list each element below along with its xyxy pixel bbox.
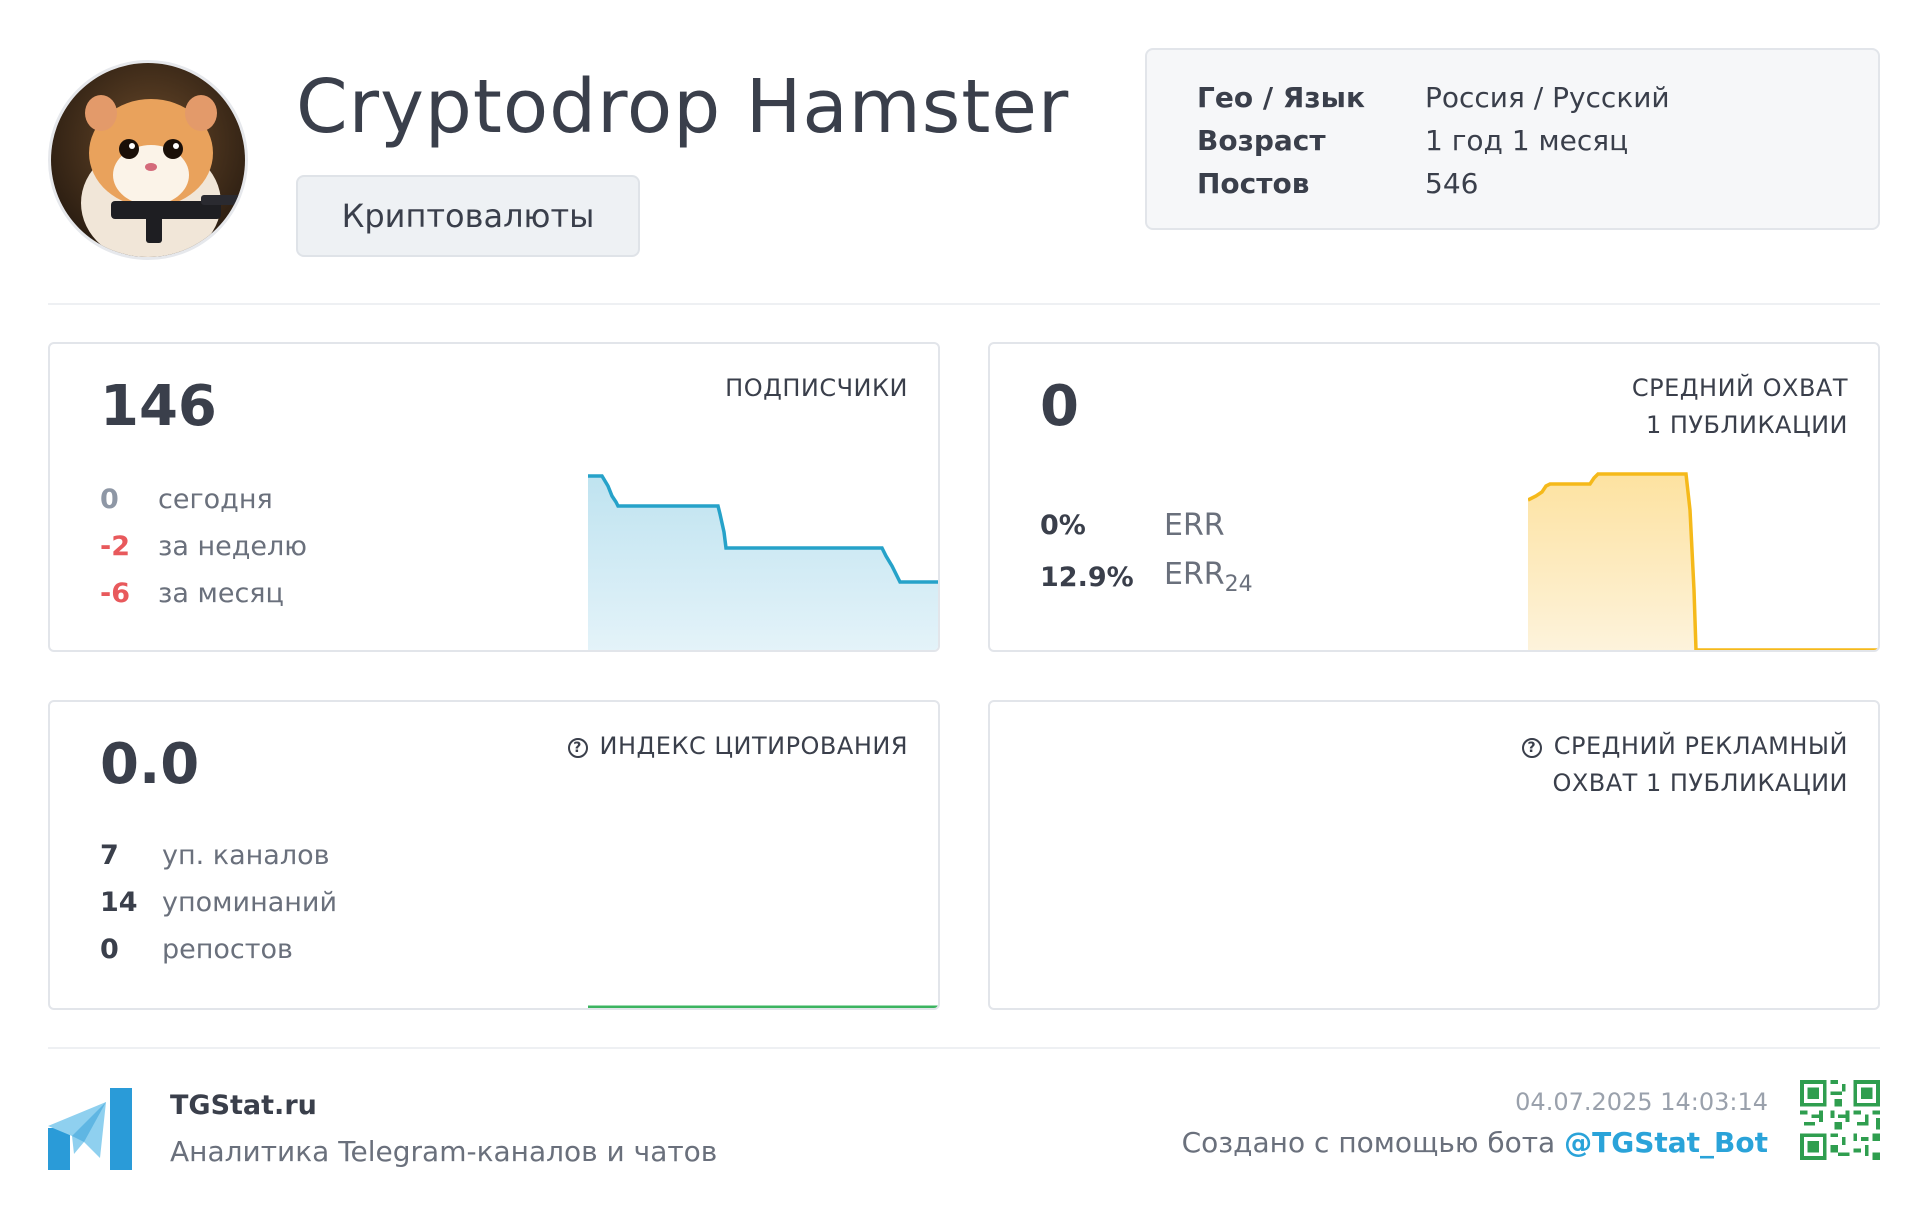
reach-value: 0: [1040, 374, 1079, 439]
info-row-geo: Гео / Язык Россия / Русский: [1197, 76, 1878, 119]
ad-reach-label-line1: ? СРЕДНИЙ РЕКЛАМНЫЙ: [1521, 728, 1848, 765]
stat-text: сегодня: [158, 484, 273, 515]
footer-subtitle: Аналитика Telegram-каналов и чатов: [170, 1135, 718, 1168]
err24-label-sub: 24: [1224, 572, 1253, 597]
citation-card[interactable]: 0.0 ? ИНДЕКС ЦИТИРОВАНИЯ 7 уп. каналов 14…: [48, 700, 940, 1010]
info-value: Россия / Русский: [1425, 81, 1670, 114]
footer-made-with-text: Создано с помощью бота: [1181, 1126, 1556, 1159]
citation-label: ? ИНДЕКС ЦИТИРОВАНИЯ: [567, 728, 908, 765]
info-key: Возраст: [1197, 124, 1326, 157]
citation-label-text: ИНДЕКС ЦИТИРОВАНИЯ: [599, 732, 908, 760]
hamster-avatar-icon: [48, 60, 248, 260]
stat-row-channels: 7 уп. каналов: [100, 832, 337, 879]
reach-card[interactable]: 0 СРЕДНИЙ ОХВАТ 1 ПУБЛИКАЦИИ 0% ERR 12.9…: [988, 342, 1880, 652]
reach-label-line1: СРЕДНИЙ ОХВАТ: [1631, 374, 1848, 402]
reach-label-line2: 1 ПУБЛИКАЦИИ: [1645, 411, 1848, 439]
citation-stats: 7 уп. каналов 14 упоминаний 0 репостов: [100, 832, 337, 973]
header-divider: [48, 303, 1880, 305]
subscribers-stats: 0 сегодня -2 за неделю -6 за месяц: [100, 476, 307, 617]
err24-value: 12.9%: [1040, 561, 1134, 593]
tgstat-logo-icon[interactable]: [48, 1088, 132, 1170]
stat-row-today: 0 сегодня: [100, 476, 307, 523]
ad-reach-label-line2: ОХВАТ 1 ПУБЛИКАЦИИ: [1552, 769, 1848, 797]
stat-row-week: -2 за неделю: [100, 523, 307, 570]
stat-text: упоминаний: [162, 887, 338, 918]
info-row-age: Возраст 1 год 1 месяц: [1197, 119, 1878, 162]
citation-index: 0.0: [100, 732, 200, 797]
ad-reach-card[interactable]: ? СРЕДНИЙ РЕКЛАМНЫЙ ОХВАТ 1 ПУБЛИКАЦИИ: [988, 700, 1880, 1010]
stat-number: 0: [100, 484, 119, 515]
stat-number: -2: [100, 531, 130, 562]
info-key: Гео / Язык: [1197, 81, 1365, 114]
reach-label: СРЕДНИЙ ОХВАТ 1 ПУБЛИКАЦИИ: [1632, 370, 1848, 444]
question-circle-icon[interactable]: ?: [1521, 738, 1542, 758]
err24-label-text: ERR: [1164, 557, 1225, 592]
err24-label: ERR24: [1164, 557, 1253, 597]
stat-number: 14: [100, 887, 138, 918]
err24-row: 12.9% ERR24: [1040, 551, 1253, 603]
channel-report: Cryptodrop Hamster Криптовалюты Гео / Яз…: [0, 0, 1928, 1210]
footer-made-with: Создано с помощью бота @TGStat_Bot: [1182, 1126, 1768, 1159]
stat-row-month: -6 за месяц: [100, 570, 307, 617]
citation-sparkline: [588, 1005, 938, 1008]
info-value: 1 год 1 месяц: [1425, 124, 1629, 157]
footer-timestamp: 04.07.2025 14:03:14: [1515, 1088, 1768, 1116]
footer-bot-link[interactable]: @TGStat_Bot: [1564, 1126, 1768, 1159]
err-row: 0% ERR: [1040, 499, 1253, 551]
qr-code-icon: [1800, 1080, 1880, 1160]
subscribers-sparkline: [588, 474, 938, 650]
stat-text: уп. каналов: [162, 840, 330, 871]
footer-brand[interactable]: TGStat.ru: [170, 1090, 317, 1121]
stat-text: за месяц: [158, 578, 284, 609]
subscribers-card[interactable]: 146 ПОДПИСЧИКИ 0 сегодня -2 за неделю -6…: [48, 342, 940, 652]
info-value: 546: [1425, 167, 1479, 200]
subscribers-label: ПОДПИСЧИКИ: [725, 374, 908, 402]
reach-sparkline: [1528, 472, 1878, 650]
info-key: Постов: [1197, 167, 1310, 200]
subscribers-count: 146: [100, 374, 217, 439]
ad-reach-label-text1: СРЕДНИЙ РЕКЛАМНЫЙ: [1553, 732, 1848, 760]
err-label: ERR: [1164, 507, 1225, 543]
category-badge[interactable]: Криптовалюты: [296, 175, 640, 257]
stat-row-reposts: 0 репостов: [100, 926, 337, 973]
channel-title: Cryptodrop Hamster: [296, 64, 1070, 150]
stat-number: -6: [100, 578, 130, 609]
stat-row-mentions: 14 упоминаний: [100, 879, 337, 926]
question-circle-icon[interactable]: ?: [567, 738, 588, 758]
channel-info-box: Гео / Язык Россия / Русский Возраст 1 го…: [1145, 48, 1880, 230]
err-value: 0%: [1040, 509, 1086, 541]
stat-number: 7: [100, 840, 119, 871]
stat-number: 0: [100, 934, 119, 965]
footer-divider: [48, 1047, 1880, 1049]
stat-text: за неделю: [158, 531, 308, 562]
stat-text: репостов: [162, 934, 293, 965]
ad-reach-label: ? СРЕДНИЙ РЕКЛАМНЫЙ ОХВАТ 1 ПУБЛИКАЦИИ: [1521, 728, 1848, 802]
err-stats: 0% ERR 12.9% ERR24: [1040, 499, 1253, 603]
info-row-posts: Постов 546: [1197, 162, 1878, 205]
